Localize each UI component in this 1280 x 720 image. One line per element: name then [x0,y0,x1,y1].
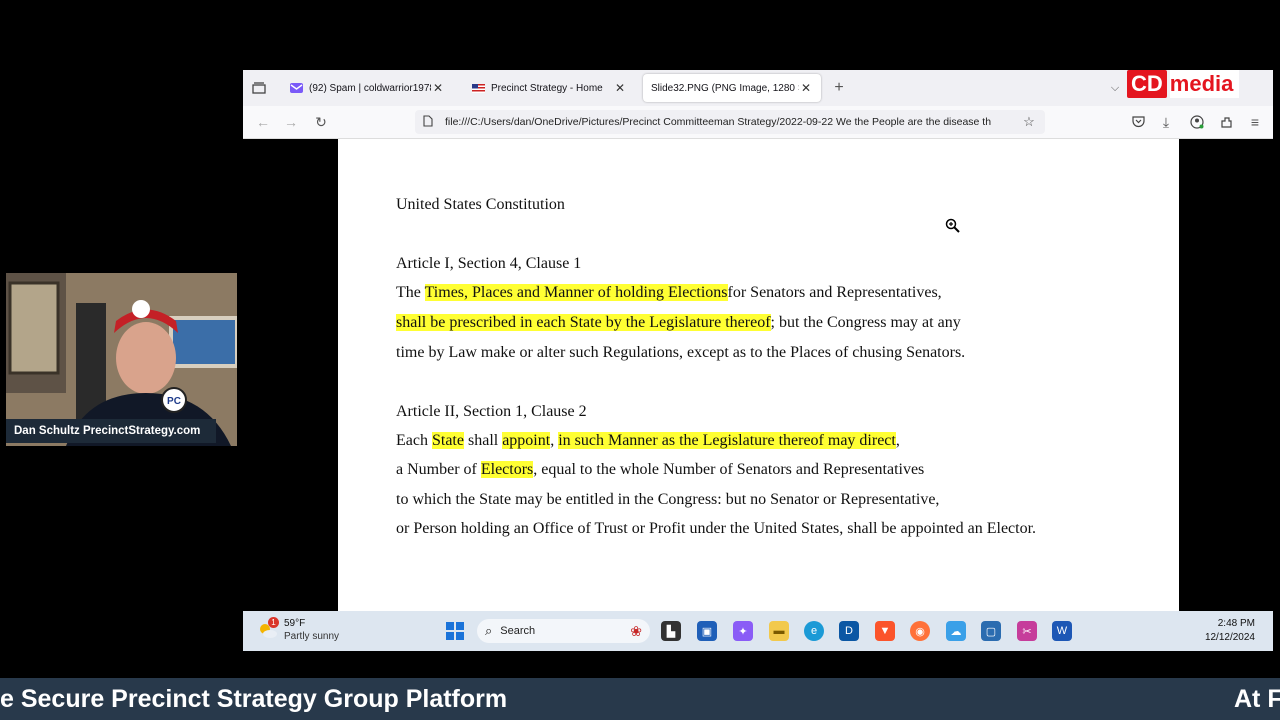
clock-time[interactable]: 2:48 PM [1183,618,1255,629]
snipping-tool-icon[interactable]: ✂ [1017,621,1037,641]
new-tab-button[interactable]: + [829,78,849,98]
forward-arrow-icon[interactable]: → [281,112,301,132]
ticker-right-text: At F [1234,685,1280,713]
window-app-icon[interactable]: ▢ [981,621,1001,641]
navigation-bar: ← → ↻ file:///C:/Users/dan/OneDrive/Pict… [243,106,1273,139]
ticker-left-text: e Secure Precinct Strategy Group Platfor… [0,685,508,713]
tab-bar: (92) Spam | coldwarrior1978@g ✕ Precinct… [243,70,1273,106]
windows-start-icon[interactable] [445,621,465,641]
weather-desc[interactable]: Partly sunny [284,631,339,642]
cap-logo-text: PC [167,396,181,407]
article2-heading: Article II, Section 1, Clause 2 [396,403,587,420]
document-title: United States Constitution [396,196,565,213]
download-icon[interactable]: ⤓ [1156,112,1176,132]
copilot-icon[interactable]: ✦ [733,621,753,641]
zoom-in-cursor-icon[interactable] [945,218,961,239]
highlighted-text: shall be prescribed in each State by the… [396,314,771,331]
slide-image: United States Constitution Article I, Se… [338,139,1179,611]
url-bar[interactable]: file:///C:/Users/dan/OneDrive/Pictures/P… [415,110,1045,134]
tab-label: (92) Spam | coldwarrior1978@g [309,82,431,94]
tab-precinct-strategy[interactable]: Precinct Strategy - Home ✕ [463,74,635,102]
mail-icon [289,82,303,94]
tab-gmail[interactable]: (92) Spam | coldwarrior1978@g ✕ [281,74,453,102]
search-label: Search [500,625,536,637]
cd-media-logo: CD media [1127,70,1273,98]
edge-icon[interactable]: e [804,621,824,641]
flag-icon [471,82,485,94]
menu-icon[interactable]: ≡ [1245,112,1265,132]
text-segment: , [550,432,559,449]
tab-label: Slide32.PNG (PNG Image, 1280 × 7 [651,82,799,94]
presenter-caption: Dan Schultz PrecinctStrategy.com [6,419,216,443]
text-segment: Each [396,432,432,449]
taskbar-search-box[interactable]: ⌕ Search ❀ [477,619,650,643]
weather-badge: 1 [268,617,279,628]
account-icon[interactable] [1187,112,1207,132]
highlighted-text: appoint [502,432,551,449]
article2-line3: to which the State may be entitled in th… [396,491,940,508]
page-icon [423,114,437,130]
text-segment: , [895,432,900,449]
bookmark-star-icon[interactable]: ☆ [1021,114,1037,130]
pocket-icon[interactable] [1128,112,1148,132]
bottom-ticker: e Secure Precinct Strategy Group Platfor… [0,678,1280,720]
close-icon[interactable]: ✕ [431,81,445,95]
image-viewport: United States Constitution Article I, Se… [243,139,1273,611]
text-segment: shall [463,432,503,449]
logo-cd: CD [1127,70,1167,98]
text-segment: for Senators and Representatives, [727,284,942,301]
tab-label: Precinct Strategy - Home [491,82,603,94]
onedrive-icon[interactable]: ☁ [946,621,966,641]
extensions-icon[interactable] [1216,112,1236,132]
windows-taskbar: 1 59°F Partly sunny ⌕ Search ❀ ▙ ▣ ✦ ▬ e… [243,611,1273,651]
highlighted-text: State [431,432,464,449]
article1-line2: shall be prescribed in each State by the… [396,314,961,332]
highlighted-text: Times, Places and Manner of holding Elec… [424,284,728,301]
tab-list-chevron-down-icon[interactable]: ⌵ [1105,78,1125,98]
weather-temp[interactable]: 59°F [284,618,305,629]
article2-line1: Each State shall appoint, in such Manner… [396,432,900,450]
search-icon: ⌕ [485,623,493,638]
article1-line1: The Times, Places and Manner of holding … [396,284,942,302]
reload-icon[interactable]: ↻ [311,112,331,132]
holiday-decoration-icon: ❀ [630,622,642,639]
close-icon[interactable]: ✕ [613,81,627,95]
text-segment: , equal to the whole Number of Senators … [533,461,925,478]
article2-line2: a Number of Electors, equal to the whole… [396,461,924,479]
article1-line3: time by Law make or alter such Regulatio… [396,344,966,361]
highlighted-text: in such Manner as the Legislature thereo… [558,432,896,449]
store-icon[interactable]: ▣ [697,621,717,641]
clock-date[interactable]: 12/12/2024 [1183,632,1255,643]
text-segment: The [396,284,425,301]
article1-heading: Article I, Section 4, Clause 1 [396,255,582,272]
highlighted-text: Electors [480,461,534,478]
text-segment: a Number of [396,461,481,478]
browser-window: (92) Spam | coldwarrior1978@g ✕ Precinct… [243,70,1273,650]
brave-icon[interactable]: ▼ [875,621,895,641]
file-explorer-icon[interactable]: ▬ [769,621,789,641]
tab-slide32[interactable]: Slide32.PNG (PNG Image, 1280 × 7 ✕ [643,74,821,102]
text-segment: ; but the Congress may at any [770,314,961,331]
article2-line4: or Person holding an Office of Trust or … [396,520,1037,537]
dell-icon[interactable]: D [839,621,859,641]
tab-overview-icon[interactable] [249,78,269,98]
word-icon[interactable]: W [1052,621,1072,641]
webcam-overlay: PC Dan Schultz PrecinctStrategy.com [6,273,237,446]
task-view-icon[interactable]: ▙ [661,621,681,641]
url-text: file:///C:/Users/dan/OneDrive/Pictures/P… [445,116,992,128]
back-arrow-icon[interactable]: ← [253,112,273,132]
close-icon[interactable]: ✕ [799,81,813,95]
firefox-icon[interactable]: ◉ [910,621,930,641]
logo-media: media [1169,70,1240,98]
